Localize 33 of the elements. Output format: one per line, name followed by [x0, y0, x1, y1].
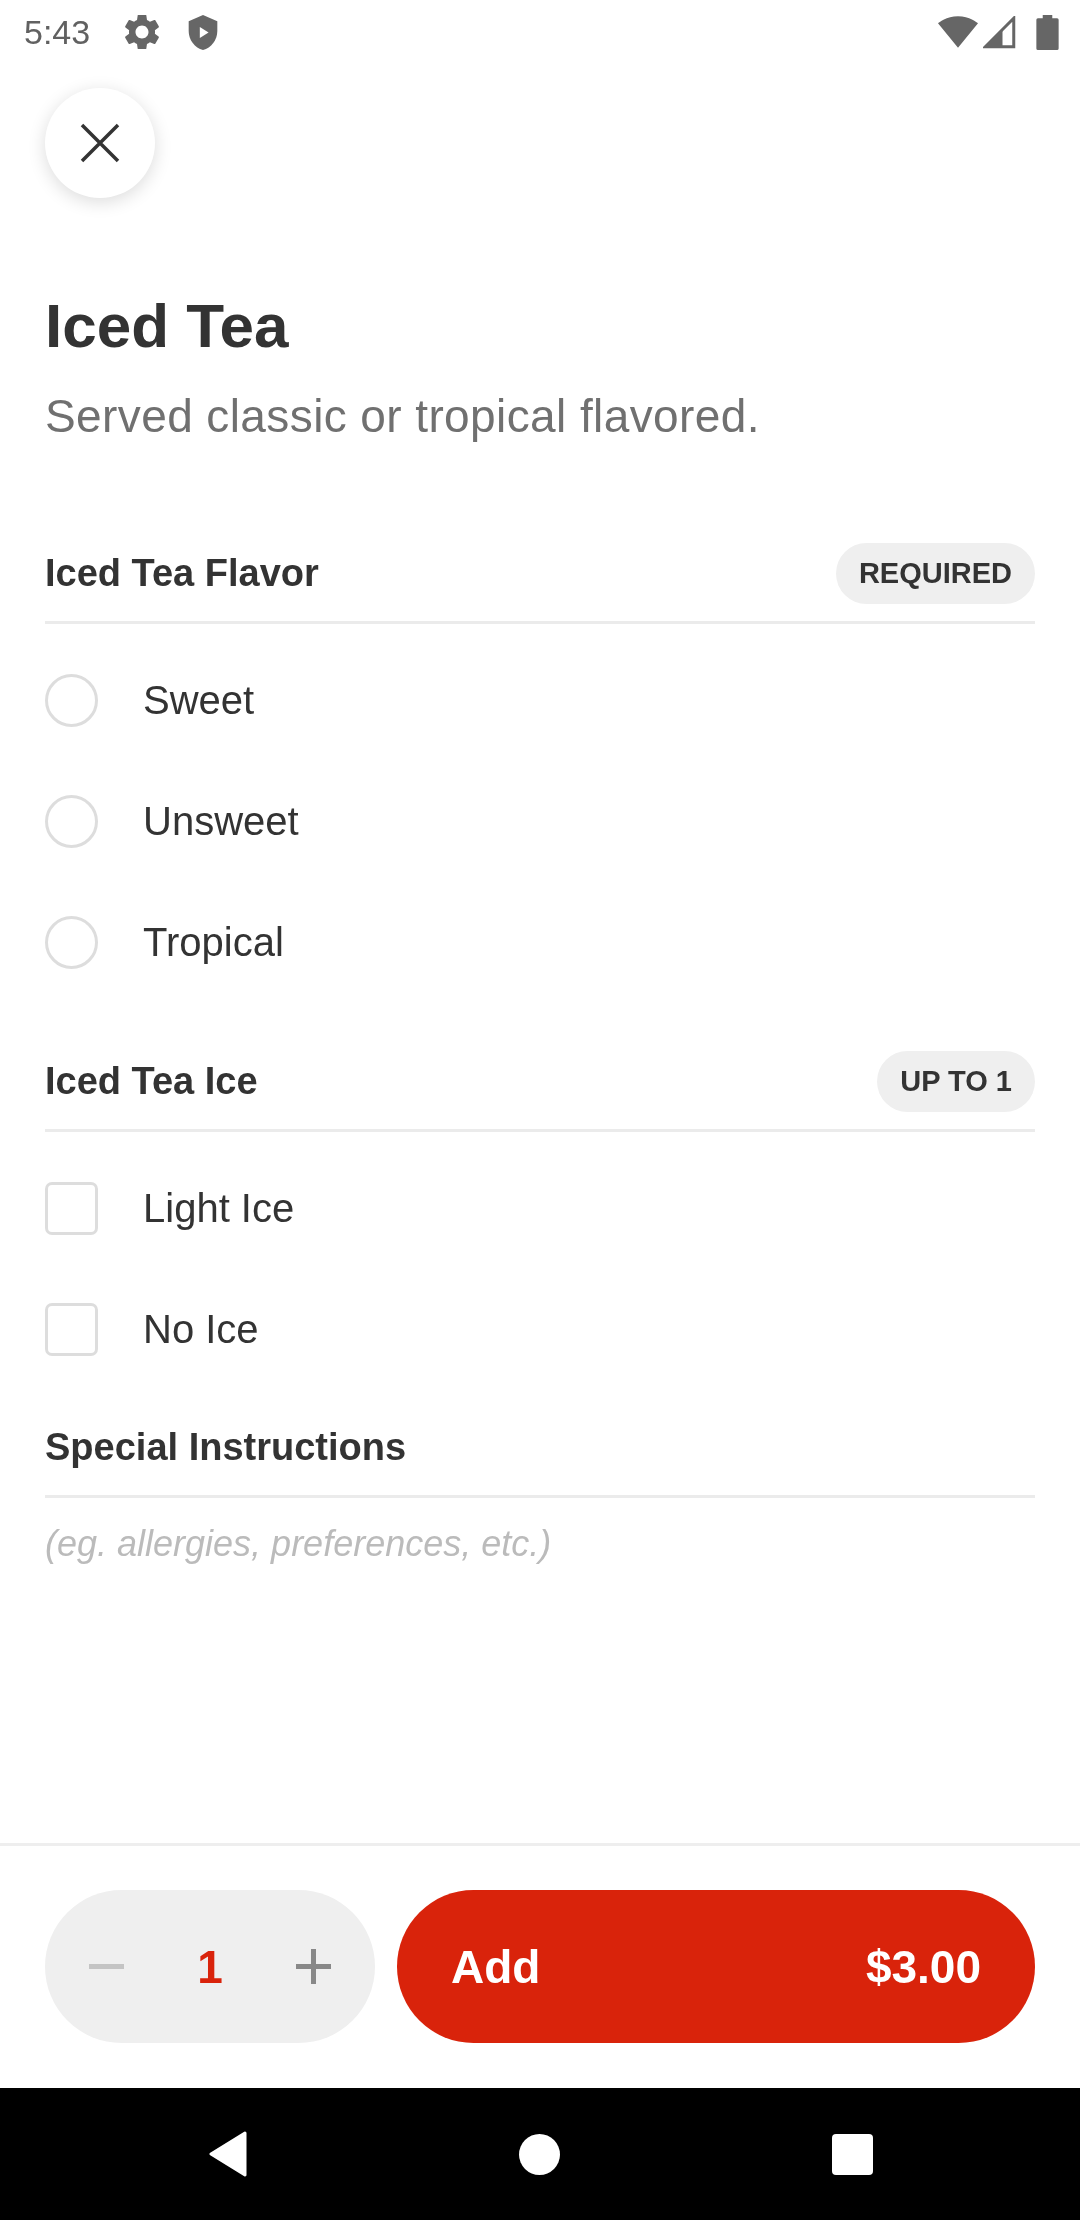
status-time: 5:43 — [24, 12, 91, 52]
increment-button[interactable] — [296, 1949, 331, 1984]
section-title: Iced Tea Flavor — [45, 551, 319, 595]
close-icon — [80, 123, 120, 163]
item-description: Served classic or tropical flavored. — [45, 389, 761, 443]
checkbox[interactable] — [45, 1303, 98, 1356]
battery-icon — [1036, 14, 1059, 50]
option-label: Light Ice — [143, 1186, 295, 1231]
item-title: Iced Tea — [45, 290, 290, 362]
radio-button[interactable] — [45, 795, 98, 848]
radio-button[interactable] — [45, 674, 98, 727]
radio-button[interactable] — [45, 916, 98, 969]
signal-icon — [983, 15, 1016, 49]
home-icon[interactable] — [518, 2133, 560, 2175]
plus-icon — [296, 1949, 331, 1984]
recents-icon[interactable] — [831, 2133, 873, 2175]
section-title: Special Instructions — [45, 1425, 407, 1469]
section-title: Iced Tea Ice — [45, 1059, 258, 1103]
option-label: Unsweet — [143, 799, 299, 844]
requirement-badge: UP TO 1 — [877, 1050, 1035, 1112]
shield-icon — [188, 14, 219, 50]
option-label: Tropical — [143, 920, 284, 965]
quantity-value: 1 — [197, 1939, 223, 1994]
option-label: No Ice — [143, 1307, 259, 1352]
checkbox[interactable] — [45, 1182, 98, 1235]
requirement-badge: REQUIRED — [835, 542, 1035, 604]
option-label: Sweet — [143, 678, 255, 723]
minus-icon — [89, 1964, 124, 1969]
wifi-icon — [938, 15, 978, 49]
back-icon[interactable] — [207, 2131, 247, 2177]
instructions-field[interactable]: (eg. allergies, preferences, etc.) — [45, 1498, 1035, 1590]
add-to-cart-button[interactable]: Add $3.00 — [397, 1890, 1035, 2043]
gear-icon — [125, 15, 160, 49]
